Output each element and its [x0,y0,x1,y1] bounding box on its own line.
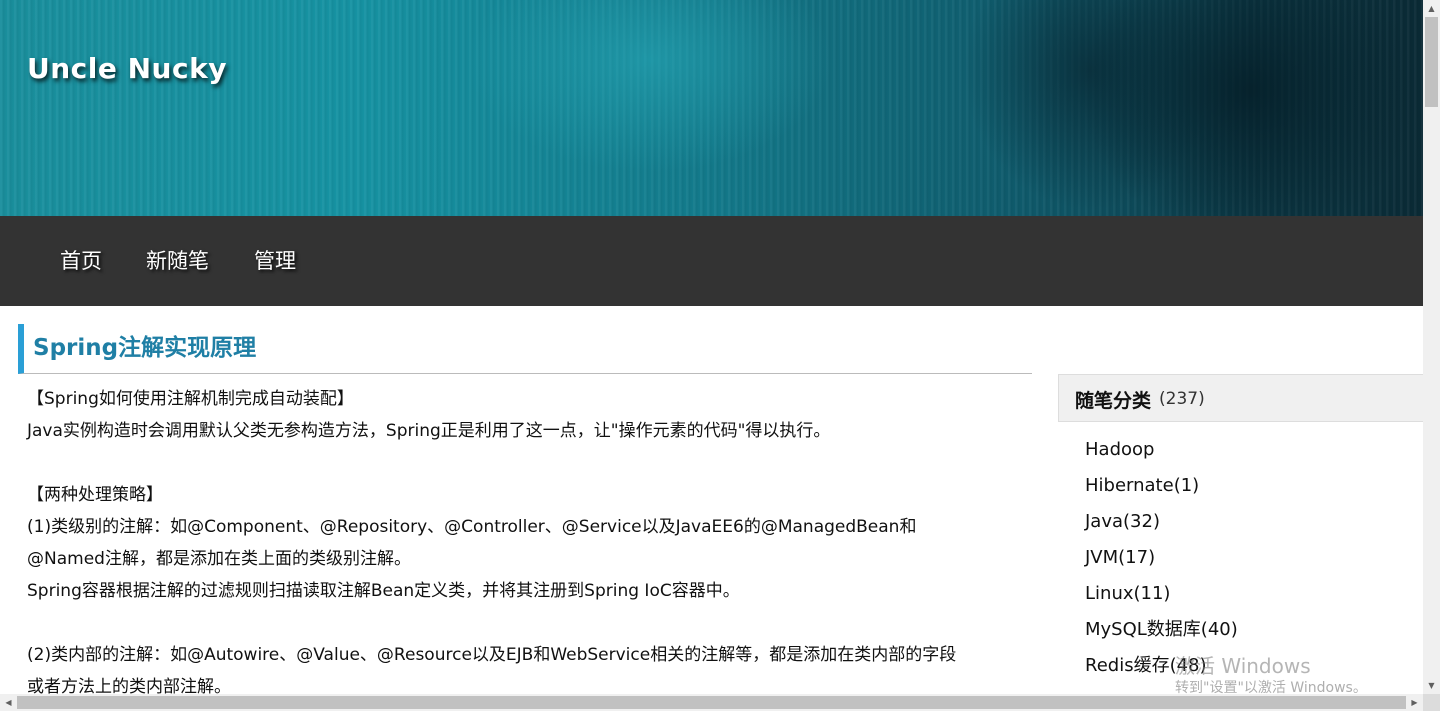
category-panel-count: (237) [1159,389,1205,409]
post-line: @Named注解，都是添加在类上面的类级别注解。 [27,549,411,569]
nav-item-home[interactable]: 首页 [60,245,102,275]
category-item[interactable]: Linux(11) [1085,580,1238,616]
post-line: Java实例构造时会调用默认父类无参构造方法，Spring正是利用了这一点，让"… [27,421,831,441]
activation-watermark-title: 激活 Windows [1175,654,1311,678]
vertical-scrollbar[interactable]: ▲ ▼ [1423,0,1440,694]
nav-item-new-post[interactable]: 新随笔 [146,245,209,275]
header-banner: Uncle Nucky [0,0,1423,216]
post-line: Spring容器根据注解的过滤规则扫描读取注解Bean定义类，并将其注册到Spr… [27,581,740,601]
post-line: (2)类内部的注解：如@Autowire、@Value、@Resource以及E… [27,645,957,665]
category-item[interactable]: Hibernate(1) [1085,472,1238,508]
post-line [27,609,1027,641]
post-line: 【两种处理策略】 [27,485,163,505]
triangle-left-icon[interactable]: ◀ [0,694,17,711]
category-item[interactable]: Java(32) [1085,508,1238,544]
site-title[interactable]: Uncle Nucky [27,52,227,85]
nav-bar: 首页 新随笔 管理 [0,216,1423,306]
horizontal-scroll-thumb[interactable] [17,696,1406,709]
post-body: 【Spring如何使用注解机制完成自动装配】 Java实例构造时会调用默认父类无… [27,385,1027,705]
triangle-up-icon[interactable]: ▲ [1423,0,1440,17]
category-item[interactable]: MySQL数据库(40) [1085,616,1238,652]
vertical-scroll-thumb[interactable] [1425,17,1438,107]
category-panel-title: 随笔分类 [1075,390,1152,412]
post-line [27,449,1027,481]
post-title-bar: Spring注解实现原理 [18,324,1032,374]
category-item[interactable]: JVM(17) [1085,544,1238,580]
category-item[interactable]: Hadoop [1085,436,1238,472]
post-line: 【Spring如何使用注解机制完成自动装配】 [27,389,354,409]
scrollbar-corner [1423,694,1440,711]
triangle-right-icon[interactable]: ▶ [1406,694,1423,711]
category-panel-header: 随笔分类 (237) [1058,374,1423,422]
triangle-down-icon[interactable]: ▼ [1423,677,1440,694]
horizontal-scrollbar[interactable]: ◀ ▶ [0,694,1423,711]
nav-item-admin[interactable]: 管理 [254,245,296,275]
post-title[interactable]: Spring注解实现原理 [33,328,256,362]
post-line: (1)类级别的注解：如@Component、@Repository、@Contr… [27,517,917,537]
